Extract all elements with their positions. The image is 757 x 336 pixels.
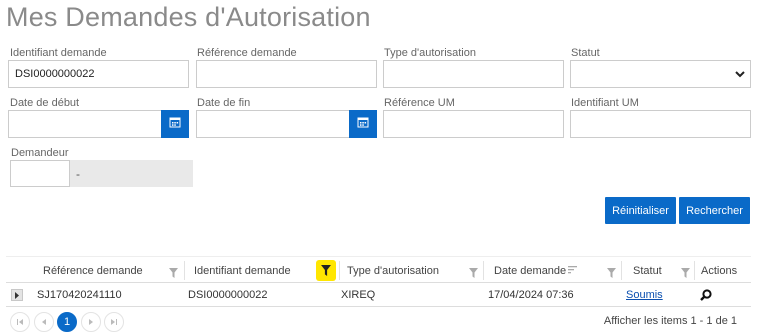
cell-type: XIREQ xyxy=(341,289,376,301)
filter-active-icon[interactable] xyxy=(316,260,336,281)
page-title: Mes Demandes d'Autorisation xyxy=(6,2,371,32)
filter-icon[interactable] xyxy=(607,265,616,283)
type-autorisation-label: Type d'autorisation xyxy=(384,47,476,59)
page-button-current[interactable]: 1 xyxy=(57,312,77,332)
expand-row-button[interactable] xyxy=(11,289,23,301)
column-header-statut[interactable]: Statut xyxy=(633,257,662,284)
pager-info: Afficher les items 1 - 1 de 1 xyxy=(603,315,737,327)
reference-demande-input[interactable] xyxy=(196,60,377,88)
previous-page-icon[interactable] xyxy=(34,312,54,332)
identifiant-um-input[interactable] xyxy=(570,110,751,138)
cell-identifiant: DSI0000000022 xyxy=(188,289,268,301)
next-page-icon[interactable] xyxy=(81,312,101,332)
search-icon[interactable] xyxy=(700,288,712,306)
date-fin-input[interactable] xyxy=(196,110,350,138)
demandeur-code-input[interactable] xyxy=(10,160,70,187)
sort-icon xyxy=(568,265,578,277)
chevron-down-icon xyxy=(734,68,746,83)
reset-button[interactable]: Réinitialiser xyxy=(605,197,676,224)
cell-reference: SJ170420241110 xyxy=(37,289,122,301)
date-fin-label: Date de fin xyxy=(197,97,251,109)
filter-icon[interactable] xyxy=(469,265,478,283)
first-page-icon[interactable] xyxy=(10,312,30,332)
reference-um-input[interactable] xyxy=(383,110,564,138)
statut-label: Statut xyxy=(571,47,600,59)
column-header-date[interactable]: Date demande xyxy=(494,257,578,284)
column-header-date-label: Date demande xyxy=(494,264,567,277)
reference-demande-label: Référence demande xyxy=(197,47,297,59)
grid-header: Référence demande Identifiant demande Ty… xyxy=(6,256,751,283)
cell-statut-link[interactable]: Soumis xyxy=(626,289,663,301)
cell-date: 17/04/2024 07:36 xyxy=(488,289,574,301)
reference-um-label: Référence UM xyxy=(384,97,455,109)
column-header-actions: Actions xyxy=(701,264,738,277)
identifiant-demande-input[interactable]: DSI0000000022 xyxy=(8,60,189,88)
statut-select[interactable] xyxy=(570,60,751,88)
date-fin-calendar-button[interactable] xyxy=(349,110,377,138)
column-header-identifiant[interactable]: Identifiant demande xyxy=(194,257,291,284)
search-button[interactable]: Rechercher xyxy=(679,197,750,224)
column-header-type[interactable]: Type d'autorisation xyxy=(347,257,439,284)
demandeur-name: - xyxy=(70,160,193,187)
date-debut-input[interactable] xyxy=(8,110,162,138)
pager: 1 Afficher les items 1 - 1 de 1 xyxy=(6,310,751,334)
calendar-icon xyxy=(357,115,369,133)
identifiant-demande-label: Identifiant demande xyxy=(10,47,107,59)
date-debut-label: Date de début xyxy=(10,97,80,109)
identifiant-um-label: Identifiant UM xyxy=(571,97,639,109)
filter-icon[interactable] xyxy=(169,265,178,283)
calendar-icon xyxy=(169,115,181,133)
last-page-icon[interactable] xyxy=(104,312,124,332)
column-header-reference[interactable]: Référence demande xyxy=(43,257,143,284)
filter-icon[interactable] xyxy=(681,265,690,283)
date-debut-calendar-button[interactable] xyxy=(161,110,189,138)
table-row[interactable]: SJ170420241110 DSI0000000022 XIREQ 17/04… xyxy=(6,283,751,307)
type-autorisation-input[interactable] xyxy=(383,60,564,88)
demandeur-label: Demandeur xyxy=(11,147,69,159)
